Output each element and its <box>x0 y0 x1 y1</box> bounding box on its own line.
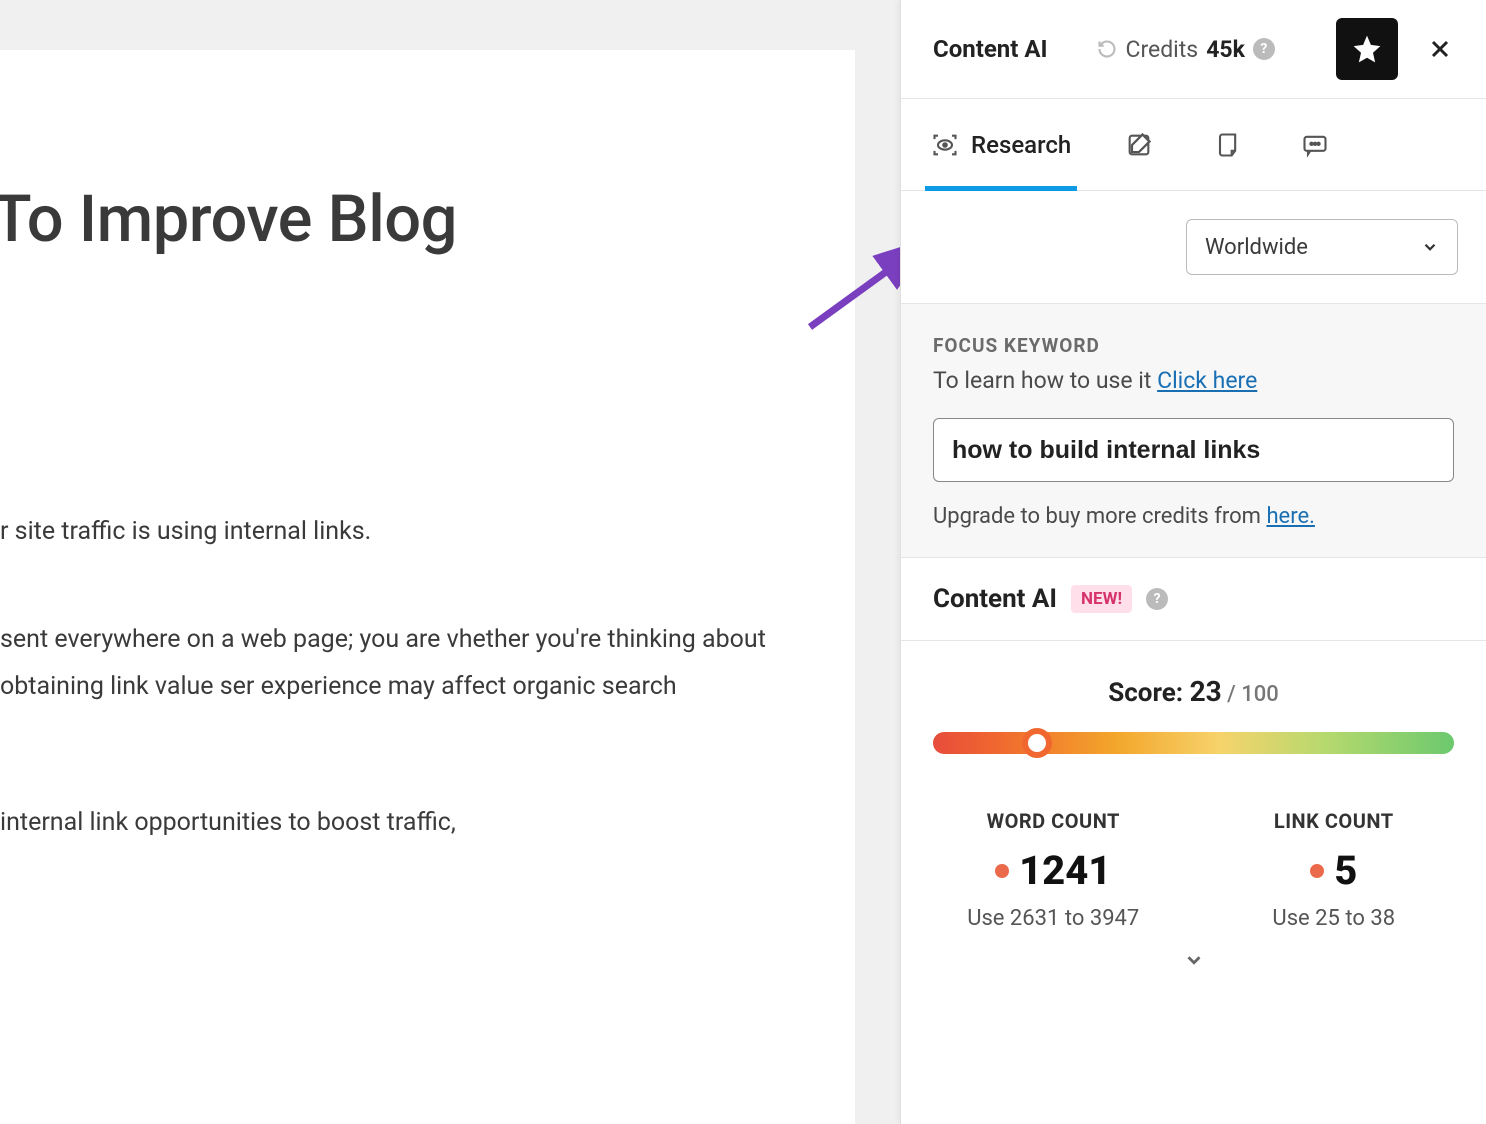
tab-notes[interactable] <box>1207 99 1247 190</box>
credits-value: 45k <box>1206 36 1245 63</box>
metric-link-count: LINK COUNT 5 Use 25 to 38 <box>1214 809 1455 931</box>
metric-word-count: WORD COUNT 1241 Use 2631 to 3947 <box>933 809 1174 931</box>
editor-area[interactable]: To Improve Blog r site traffic is using … <box>0 50 855 1124</box>
tab-write[interactable] <box>1119 99 1159 190</box>
star-icon <box>1351 33 1383 65</box>
score-thumb <box>1022 728 1052 758</box>
tab-research-label: Research <box>971 131 1071 159</box>
sidebar-header: Content AI Credits 45k ? <box>901 0 1486 99</box>
tab-chat[interactable] <box>1295 99 1335 190</box>
focus-keyword-input[interactable] <box>933 418 1454 482</box>
score-line: Score: 23 / 100 <box>933 675 1454 708</box>
region-value: Worldwide <box>1205 235 1308 260</box>
sidebar-title: Content AI <box>933 35 1047 63</box>
close-button[interactable] <box>1420 29 1460 69</box>
credits-display: Credits 45k ? <box>1097 36 1274 63</box>
new-badge: NEW! <box>1071 585 1132 613</box>
chevron-down-icon <box>1183 949 1205 971</box>
post-paragraph[interactable]: internal link opportunities to boost tra… <box>0 799 855 847</box>
tab-research[interactable]: Research <box>931 99 1071 190</box>
region-row: Worldwide <box>901 191 1486 304</box>
focus-keyword-section: FOCUS KEYWORD To learn how to use it Cli… <box>901 304 1486 558</box>
upgrade-text: Upgrade to buy more credits from here. <box>933 504 1454 529</box>
focus-keyword-subtext: To learn how to use it Click here <box>933 367 1454 394</box>
upgrade-link[interactable]: here. <box>1266 504 1315 529</box>
chat-icon <box>1301 131 1329 159</box>
status-dot <box>995 864 1009 878</box>
expand-metrics[interactable] <box>933 949 1454 971</box>
content-ai-score-title: Content AI <box>933 584 1057 614</box>
chevron-down-icon <box>1421 238 1439 256</box>
edit-icon <box>1125 131 1153 159</box>
refresh-icon[interactable] <box>1097 39 1117 59</box>
score-bar <box>933 732 1454 754</box>
credits-label: Credits <box>1125 36 1198 63</box>
metrics-row: WORD COUNT 1241 Use 2631 to 3947 LINK CO… <box>933 809 1454 931</box>
help-icon[interactable]: ? <box>1146 588 1168 610</box>
post-title[interactable]: To Improve Blog <box>0 180 855 258</box>
editor-pane: To Improve Blog r site traffic is using … <box>0 0 870 1124</box>
region-select[interactable]: Worldwide <box>1186 219 1458 275</box>
note-icon <box>1213 131 1241 159</box>
focus-keyword-heading: FOCUS KEYWORD <box>933 334 1454 357</box>
content-ai-sidebar: Content AI Credits 45k ? <box>900 0 1486 1124</box>
eye-scan-icon <box>931 131 959 159</box>
favorite-button[interactable] <box>1336 18 1398 80</box>
focus-keyword-help-link[interactable]: Click here <box>1157 367 1257 394</box>
sidebar-tabs: Research <box>901 99 1486 191</box>
status-dot <box>1310 864 1324 878</box>
content-ai-score-header: Content AI NEW! ? <box>901 558 1486 641</box>
post-paragraph[interactable]: sent everywhere on a web page; you are v… <box>0 616 855 711</box>
score-body: Score: 23 / 100 WORD COUNT 1241 Use 2631… <box>901 641 1486 991</box>
post-paragraph[interactable]: r site traffic is using internal links. <box>0 508 855 556</box>
close-icon <box>1428 37 1452 61</box>
help-icon[interactable]: ? <box>1253 38 1275 60</box>
